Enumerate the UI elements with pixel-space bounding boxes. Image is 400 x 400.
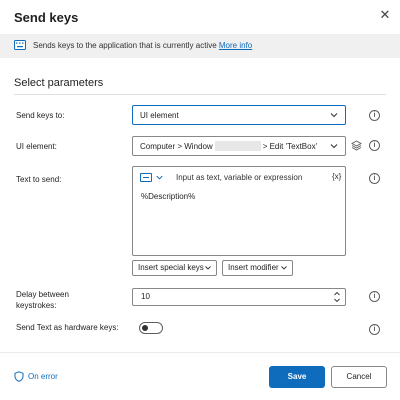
ui-element-path-suffix: > Edit 'TextBox'	[262, 141, 318, 151]
delay-value: 10	[141, 292, 150, 301]
info-icon[interactable]: i	[369, 173, 380, 184]
more-info-link[interactable]: More info	[219, 41, 252, 50]
hardware-keys-toggle[interactable]	[139, 322, 163, 334]
chevron-down-icon	[330, 144, 338, 149]
info-icon[interactable]: i	[369, 110, 380, 121]
on-error-link[interactable]: On error	[14, 371, 58, 382]
variable-picker-button[interactable]: {x}	[332, 172, 341, 181]
shield-icon	[14, 371, 24, 382]
input-hint: Input as text, variable or expression	[176, 173, 303, 182]
hardware-keys-label: Send Text as hardware keys:	[16, 323, 119, 332]
text-to-send-input[interactable]: Input as text, variable or expression {x…	[132, 166, 346, 256]
save-button[interactable]: Save	[269, 366, 325, 388]
spinner-icon[interactable]	[333, 290, 341, 304]
toggle-knob	[142, 325, 148, 331]
insert-modifier-label: Insert modifier	[228, 263, 279, 272]
close-icon[interactable]: ✕	[378, 8, 392, 22]
delay-input[interactable]: 10	[132, 288, 346, 306]
info-banner: Sends keys to the application that is cu…	[0, 34, 400, 58]
send-keys-to-select[interactable]: UI element	[132, 105, 346, 125]
info-icon[interactable]: i	[369, 324, 380, 335]
chevron-down-icon	[205, 266, 211, 270]
chevron-down-icon	[330, 113, 338, 118]
layers-icon[interactable]	[351, 140, 362, 151]
keyboard-icon	[14, 40, 26, 50]
text-to-send-label: Text to send:	[16, 175, 62, 184]
cancel-button[interactable]: Cancel	[331, 366, 387, 388]
section-title: Select parameters	[14, 77, 104, 89]
insert-special-keys-button[interactable]: Insert special keys	[132, 260, 217, 276]
section-divider	[14, 94, 386, 95]
dialog-header: Send keys ✕	[0, 0, 400, 32]
chevron-down-icon	[281, 266, 287, 270]
delay-label: Delay between keystrokes:	[16, 290, 69, 310]
insert-modifier-button[interactable]: Insert modifier	[222, 260, 293, 276]
ui-element-label: UI element:	[16, 142, 57, 151]
text-to-send-value: %Description%	[141, 192, 196, 201]
redacted-window-name	[214, 141, 261, 151]
send-keys-to-label: Send keys to:	[16, 111, 65, 120]
on-error-label: On error	[28, 372, 58, 381]
info-icon[interactable]: i	[369, 140, 380, 151]
send-keys-to-value: UI element	[140, 110, 179, 120]
ui-element-select[interactable]: Computer > Window > Edit 'TextBox'	[132, 136, 346, 156]
footer-divider	[0, 352, 400, 353]
insert-special-keys-label: Insert special keys	[138, 263, 204, 272]
banner-text: Sends keys to the application that is cu…	[33, 41, 217, 50]
dialog-title: Send keys	[14, 10, 79, 25]
text-mode-icon[interactable]	[140, 173, 152, 182]
ui-element-path-prefix: Computer > Window	[140, 141, 213, 151]
info-icon[interactable]: i	[369, 291, 380, 302]
chevron-down-icon[interactable]	[155, 173, 164, 182]
